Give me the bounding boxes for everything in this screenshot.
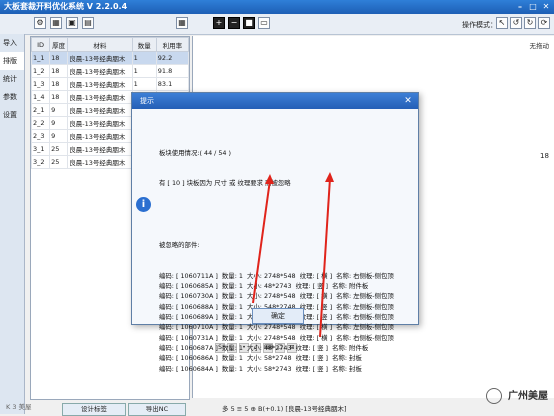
table-cell: 92.2 (155, 51, 189, 65)
canvas-status: 多 5 ≡ 5 ⊕ B(+0.1) [良晨-13号经典胭木] (222, 405, 347, 413)
drag-status: 无拖动 (529, 42, 550, 50)
table-cell: 3_2 (31, 155, 51, 169)
table-cell: 1_2 (31, 64, 51, 78)
nav-statistics[interactable]: 统计 (0, 70, 24, 88)
watermark: 广州美屋 (485, 387, 548, 404)
left-nav: 导入 排版 统计 参数 设置 (0, 34, 25, 414)
dialog-title: 提示 (132, 93, 418, 109)
remove-icon[interactable]: − (228, 17, 240, 29)
ignored-part-line: 编码: [ 1060711A ] 数量: 1 大小: 2748*548 纹理: … (159, 271, 394, 280)
table-cell: 良晨-13号经典胭木 (67, 103, 133, 117)
ignored-part-line: 编码: [ 1060685A ] 数量: 1 大小: 48*2743 纹理: [… (159, 282, 369, 291)
table-cell: 良晨-13号经典胭木 (67, 142, 133, 156)
table-cell: 良晨-13号经典胭木 (67, 116, 133, 130)
rotate-right-icon[interactable]: ↻ (524, 17, 536, 29)
usage-summary: 板块使用情况:( 44 / 54 ) (159, 148, 232, 157)
nav-layout[interactable]: 排版 (0, 52, 24, 70)
col-id[interactable]: ID (31, 37, 51, 52)
table-cell: 18 (49, 90, 69, 104)
fit-icon[interactable]: ▭ (258, 17, 270, 29)
add-icon[interactable]: + (213, 17, 225, 29)
col-thickness[interactable]: 厚度 (49, 37, 69, 52)
table-row[interactable]: 1_1 18 良晨-13号经典胭木 1 92.2 (31, 51, 189, 65)
table-cell: 2_3 (31, 129, 51, 143)
table-cell: 1 (131, 77, 157, 91)
table-cell: 25 (49, 155, 69, 169)
table-row[interactable]: 1_2 18 良晨-13号经典胭木 1 91.8 (31, 64, 189, 78)
table-cell: 良晨-13号经典胭木 (67, 77, 133, 91)
ignored-part-line: 编码: [ 1060684A ] 数量: 1 大小: 58*2743 纹理: [… (159, 364, 362, 373)
table-cell: 25 (49, 142, 69, 156)
zoom-icon[interactable]: ■ (243, 17, 255, 29)
rotate-left-icon[interactable]: ↺ (510, 17, 522, 29)
table-cell: 良晨-13号经典胭木 (67, 129, 133, 143)
info-icon: i (136, 197, 151, 212)
watermark-text: 广州美屋 (508, 391, 548, 402)
table-cell: 91.8 (155, 64, 189, 78)
ignored-part-line: 编码: [ 1060686A ] 数量: 1 大小: 58*2748 纹理: [… (159, 354, 362, 363)
design-label-button[interactable]: 设计标签 (62, 403, 126, 416)
refresh-icon[interactable]: ⟳ (538, 17, 550, 29)
table-cell: 18 (49, 64, 69, 78)
ignored-part-line: 编码: [ 1060731A ] 数量: 1 大小: 2748*548 纹理: … (159, 333, 394, 342)
table-cell: 良晨-13号经典胭木 (67, 90, 133, 104)
image-icon[interactable]: ▣ (66, 17, 78, 29)
ok-button[interactable]: 确定 (252, 308, 304, 324)
table-header: ID 厚度 材料 数量 利用率 (31, 37, 189, 52)
table-cell: 9 (49, 129, 69, 143)
table-cell: 1 (131, 51, 157, 65)
col-quantity[interactable]: 数量 (131, 37, 157, 52)
gear-icon[interactable]: ⚙ (34, 17, 46, 29)
ignored-part-line: 编码: [ 1060687A ] 数量: 1 大小: 48*2743 纹理: [… (159, 343, 369, 352)
minimize-icon[interactable]: – (515, 2, 525, 12)
col-utilization[interactable]: 利用率 (155, 37, 189, 52)
table-cell: 2_1 (31, 103, 51, 117)
table-cell: 83.1 (155, 77, 189, 91)
window-controls: – □ ✕ (515, 2, 551, 12)
col-material[interactable]: 材料 (67, 37, 133, 52)
app-title: 大板套裁开料优化系统 V 2.2.0.4 (4, 2, 128, 11)
layout-icon[interactable]: ▦ (50, 17, 62, 29)
message-dialog: 提示 ✕ i 板块使用情况:( 44 / 54 ) 有 [ 10 ] 块板因为 … (131, 92, 419, 373)
nav-import[interactable]: 导入 (0, 34, 24, 52)
grid-icon[interactable]: ▦ (176, 17, 188, 29)
table-cell: 18 (49, 77, 69, 91)
nav-settings[interactable]: 设置 (0, 106, 24, 124)
table-cell: 18 (49, 51, 69, 65)
table-cell: 1_4 (31, 90, 51, 104)
chart-icon[interactable]: ▤ (82, 17, 94, 29)
table-cell: 3_1 (31, 142, 51, 156)
table-cell: 2_2 (31, 116, 51, 130)
board-edge-number: 18 (540, 152, 549, 160)
wechat-logo-icon (485, 388, 502, 404)
table-cell: 良晨-13号经典胭木 (67, 64, 133, 78)
cursor-icon[interactable]: ↖ (496, 17, 508, 29)
title-bar: 大板套裁开料优化系统 V 2.2.0.4 – □ ✕ (0, 0, 554, 14)
ignored-part-line: 编码: [ 1060730A ] 数量: 1 大小: 2748*548 纹理: … (159, 292, 394, 301)
toolbar: ⚙ ▦ ▣ ▤ ▦ + − ■ ▭ 操作模式： ↖ ↺ ↻ ⟳ (0, 14, 554, 35)
table-cell: 9 (49, 103, 69, 117)
ignored-note: 有 [ 10 ] 块板因为 尺寸 或 纹理要求 而被忽略 (159, 179, 291, 188)
table-cell: 良晨-13号经典胭木 (67, 155, 133, 169)
operation-mode-label: 操作模式： (462, 21, 497, 29)
ignored-title: 被忽略的部件: (159, 240, 200, 249)
export-nc-button[interactable]: 导出NC (128, 403, 186, 416)
close-icon[interactable]: ✕ (541, 2, 551, 12)
table-row[interactable]: 1_3 18 良晨-13号经典胭木 1 83.1 (31, 77, 189, 91)
table-cell: 良晨-13号经典胭木 (67, 51, 133, 65)
maximize-icon[interactable]: □ (528, 2, 538, 12)
table-cell: 1 (131, 64, 157, 78)
watermark-left: K 3 美屋 (6, 403, 32, 411)
table-cell: 9 (49, 116, 69, 130)
nav-parameters[interactable]: 参数 (0, 88, 24, 106)
dialog-body: 板块使用情况:( 44 / 54 ) 有 [ 10 ] 块板因为 尺寸 或 纹理… (159, 127, 414, 394)
table-cell: 1_1 (31, 51, 51, 65)
table-cell: 1_3 (31, 77, 51, 91)
close-icon[interactable]: ✕ (402, 95, 414, 107)
